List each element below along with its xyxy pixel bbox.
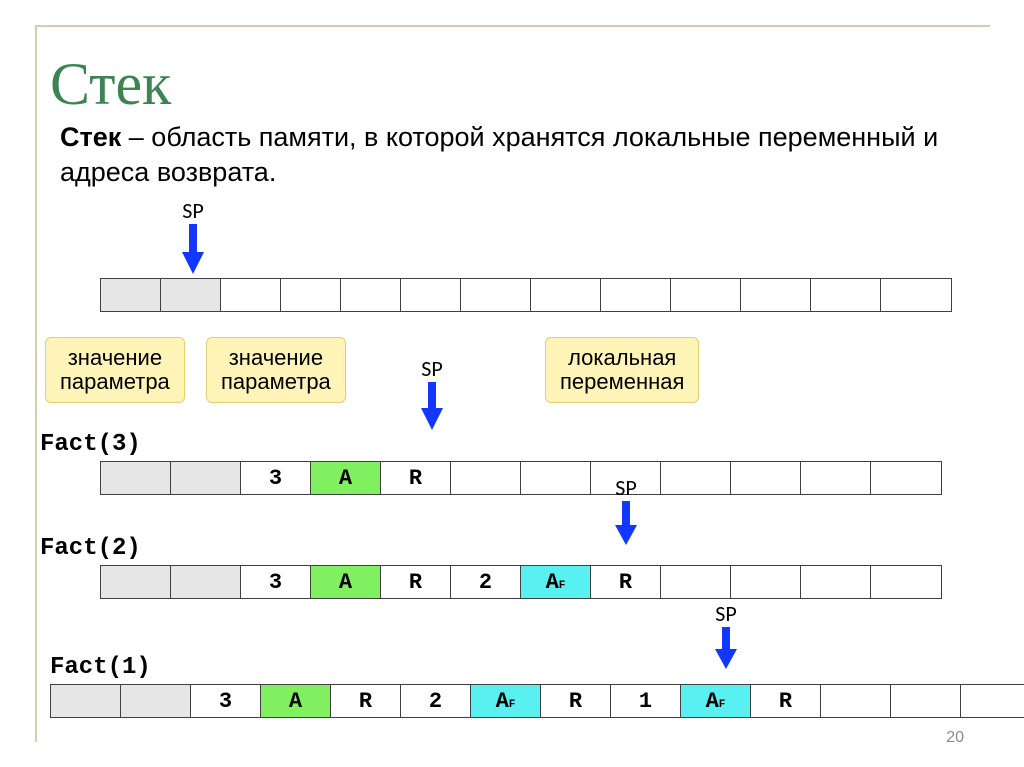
- memory-cell: [101, 566, 171, 598]
- label-fact-1: Fact(1): [50, 654, 151, 681]
- definition-text: Стек – область памяти, в которой хранятс…: [60, 120, 1024, 190]
- memory-cell: [961, 685, 1024, 717]
- memory-cell: [871, 462, 941, 494]
- memory-cell: AF: [521, 566, 591, 598]
- page-title: Стек: [50, 50, 171, 119]
- arrow-down-icon: [178, 224, 208, 274]
- page-number: 20: [946, 729, 964, 747]
- tag-local-var: локальнаяпеременная: [545, 337, 699, 403]
- memory-cell: [801, 462, 871, 494]
- memory-cell: [461, 279, 531, 311]
- memory-cell: AF: [681, 685, 751, 717]
- tag-param-2: значениепараметра: [206, 337, 346, 403]
- memory-cell: [741, 279, 811, 311]
- memory-cell: [601, 279, 671, 311]
- memory-cell: [731, 462, 801, 494]
- sp-pointer-3: SP: [596, 474, 656, 545]
- memory-cell: [671, 279, 741, 311]
- memory-cell: [811, 279, 881, 311]
- arrow-down-icon: [711, 627, 741, 669]
- memory-cell: [531, 279, 601, 311]
- memory-cell: [401, 279, 461, 311]
- definition-term: Стек: [60, 122, 121, 152]
- memory-cell: [221, 279, 281, 311]
- memory-cell: 3: [191, 685, 261, 717]
- label-fact-2: Fact(2): [40, 535, 141, 562]
- label-fact-3: Fact(3): [40, 431, 141, 458]
- memory-cell: [171, 566, 241, 598]
- memory-row-3: 3AR2AFR: [100, 565, 942, 599]
- memory-cell: [661, 462, 731, 494]
- memory-cell: A: [261, 685, 331, 717]
- memory-cell: [51, 685, 121, 717]
- memory-cell: 2: [401, 685, 471, 717]
- memory-cell: R: [381, 566, 451, 598]
- memory-cell: R: [381, 462, 451, 494]
- memory-cell: R: [331, 685, 401, 717]
- arrow-down-icon: [611, 501, 641, 545]
- memory-cell: A: [311, 462, 381, 494]
- memory-cell: [891, 685, 961, 717]
- memory-cell: [281, 279, 341, 311]
- memory-cell: [821, 685, 891, 717]
- definition-rest: – область памяти, в которой хранятся лок…: [60, 122, 938, 187]
- memory-cell: 2: [451, 566, 521, 598]
- sp-label: SP: [715, 600, 736, 627]
- tag-param-1: значениепараметра: [45, 337, 185, 403]
- memory-cell: [161, 279, 221, 311]
- memory-cell: R: [541, 685, 611, 717]
- sp-label: SP: [182, 197, 203, 224]
- memory-cell: [871, 566, 941, 598]
- memory-cell: [881, 279, 951, 311]
- memory-cell: 3: [241, 566, 311, 598]
- sp-pointer-1: SP: [163, 197, 223, 274]
- memory-row-1: [100, 278, 952, 312]
- memory-cell: [451, 462, 521, 494]
- memory-cell: R: [591, 566, 661, 598]
- sp-label: SP: [421, 355, 442, 382]
- memory-cell: [121, 685, 191, 717]
- sp-pointer-2: SP: [402, 355, 462, 430]
- memory-cell: [171, 462, 241, 494]
- sp-pointer-4: SP: [696, 600, 756, 669]
- memory-cell: [731, 566, 801, 598]
- memory-row-2: 3AR: [100, 461, 942, 495]
- sp-label: SP: [615, 474, 636, 501]
- memory-cell: [341, 279, 401, 311]
- memory-row-4: 3AR2AFR1AFR: [50, 684, 1024, 718]
- memory-cell: [521, 462, 591, 494]
- memory-cell: 1: [611, 685, 681, 717]
- memory-cell: AF: [471, 685, 541, 717]
- memory-cell: [101, 462, 171, 494]
- memory-cell: 3: [241, 462, 311, 494]
- memory-cell: A: [311, 566, 381, 598]
- arrow-down-icon: [417, 382, 447, 430]
- memory-cell: R: [751, 685, 821, 717]
- memory-cell: [101, 279, 161, 311]
- memory-cell: [661, 566, 731, 598]
- memory-cell: [801, 566, 871, 598]
